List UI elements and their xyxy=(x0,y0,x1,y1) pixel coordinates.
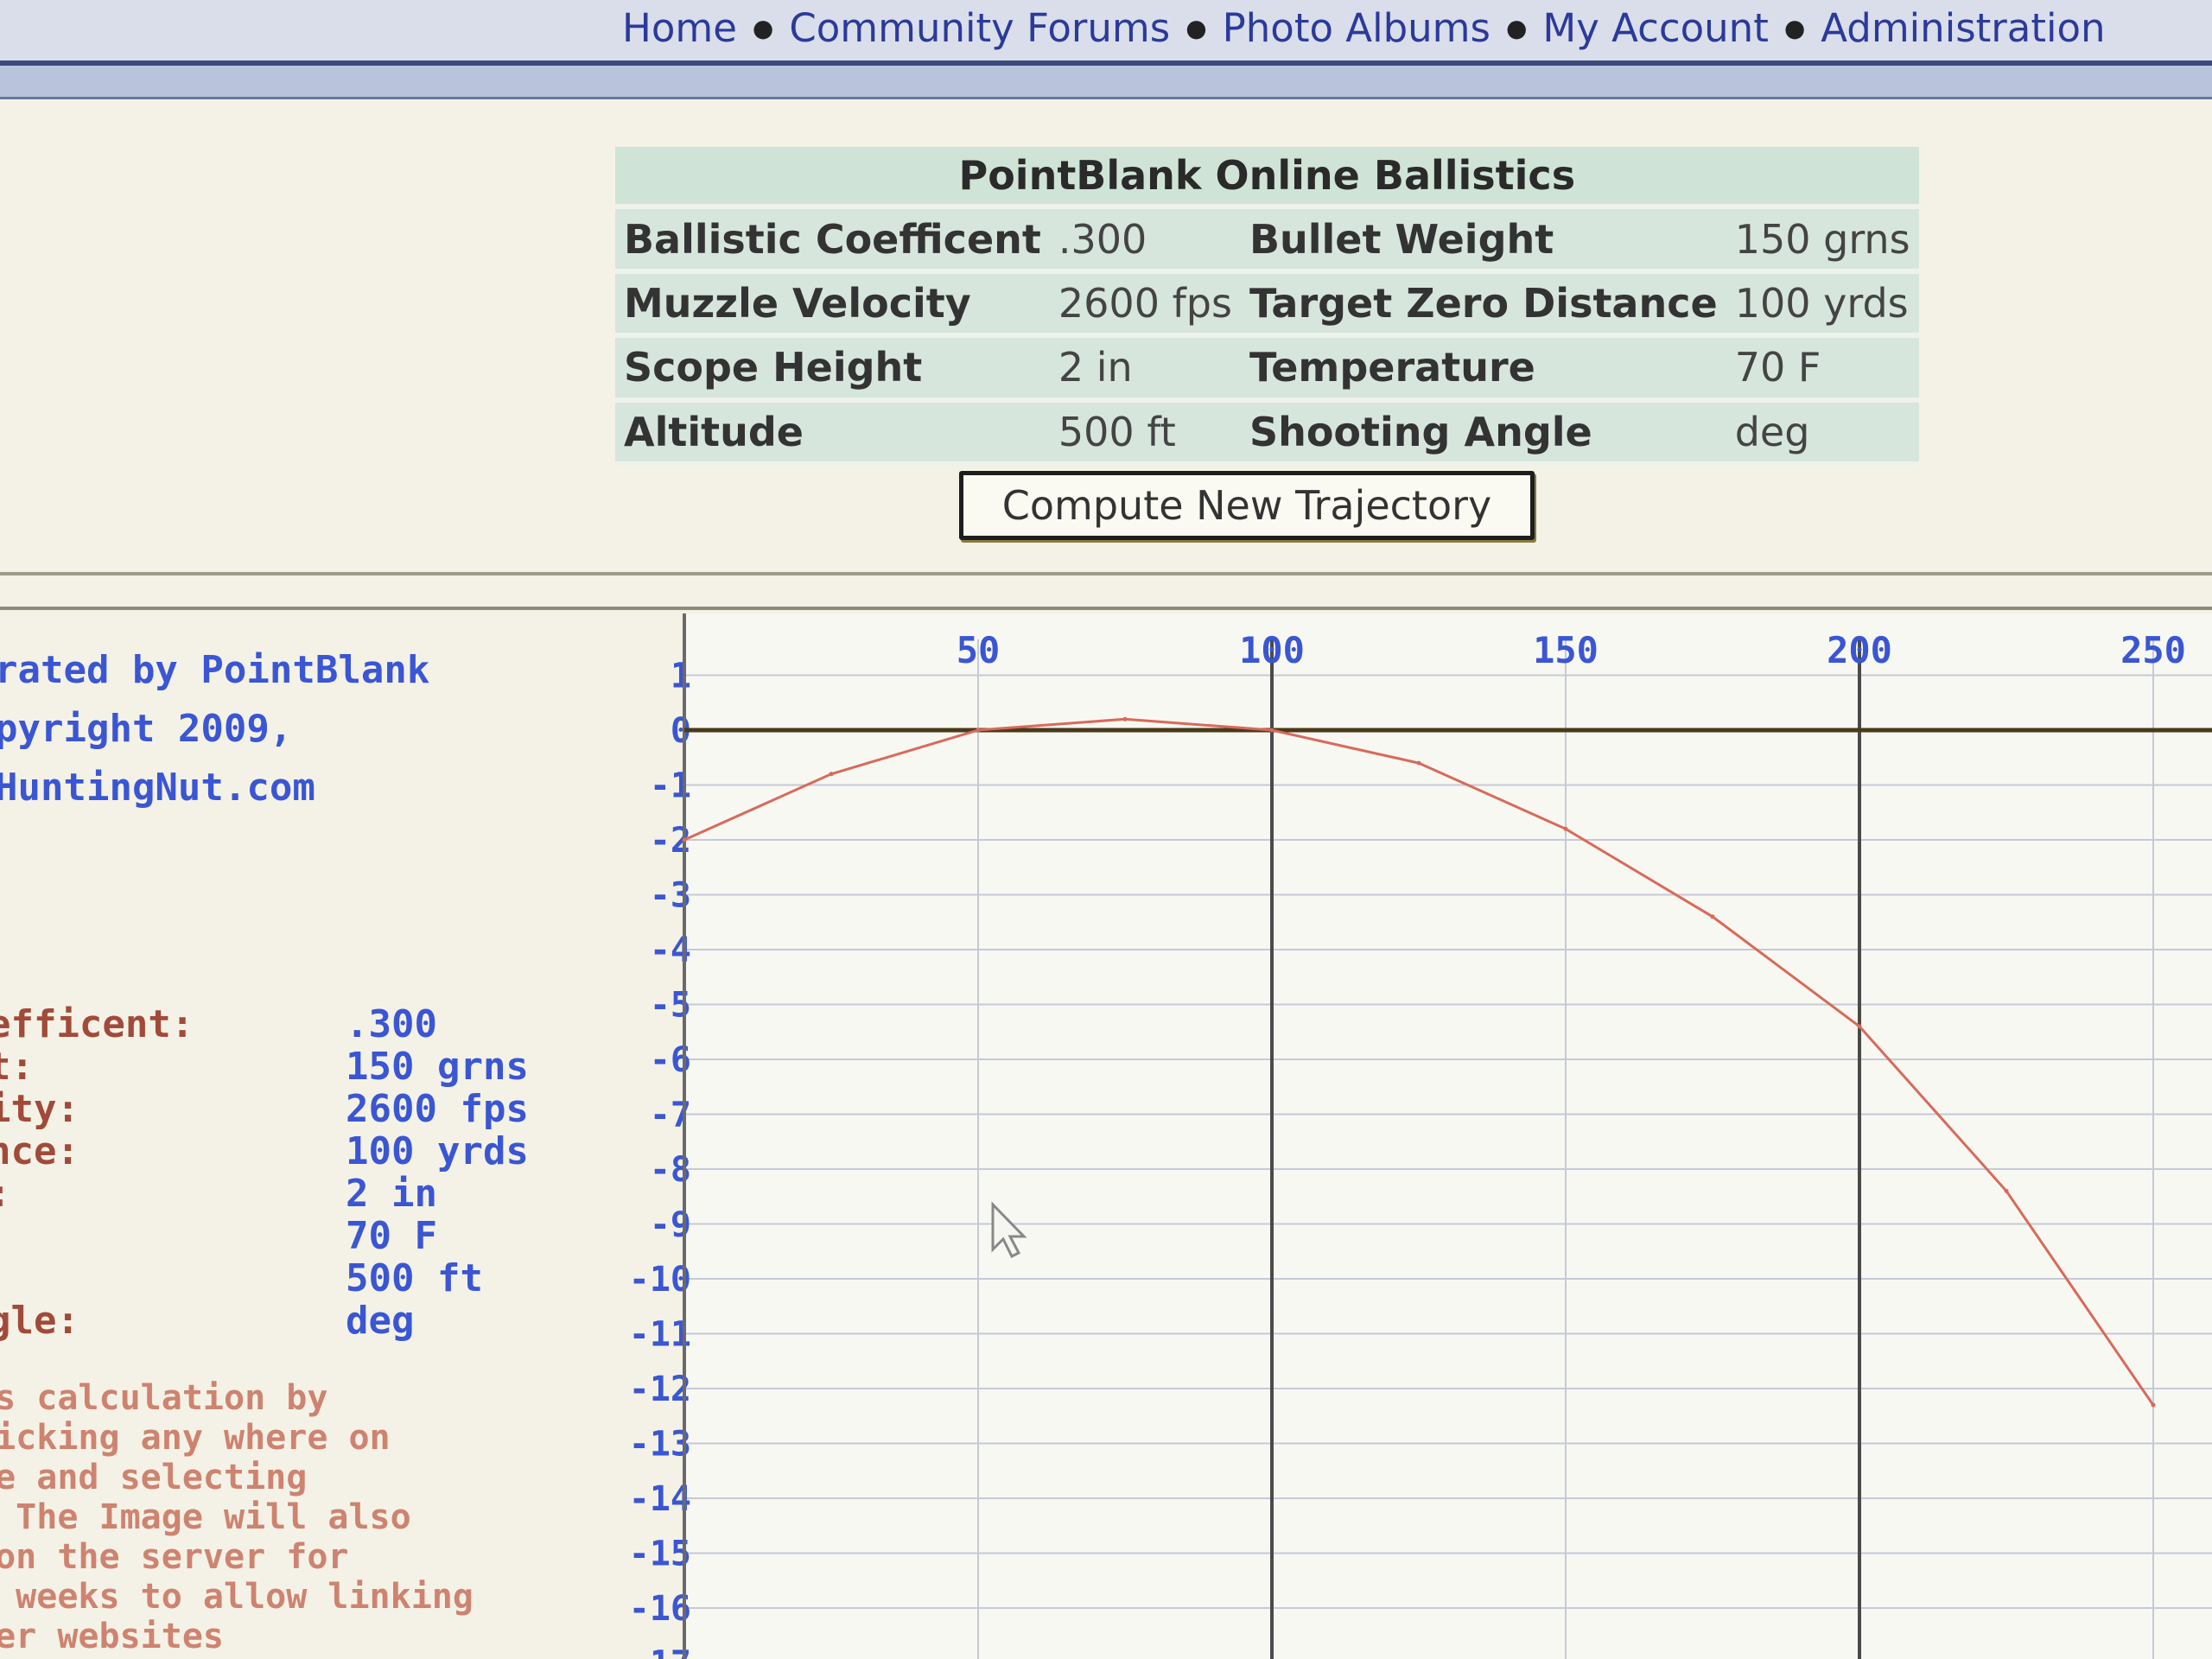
nav-separator-icon: ● xyxy=(1185,13,1207,42)
field-ballistic-coefficient[interactable]: .300 xyxy=(1049,209,1241,274)
x-tick-label: 50 xyxy=(957,629,1001,671)
label-altitude: Altitude xyxy=(615,402,1050,467)
top-navigation: Home ● Community Forums ● Photo Albums ● My Ac… xyxy=(0,0,2212,66)
nav-separator-icon: ● xyxy=(1783,13,1806,42)
field-altitude[interactable]: 500 ft xyxy=(1049,402,1241,467)
form-row: Ballistic Coefficent .300 Bullet Weight … xyxy=(615,209,1919,274)
x-tick-label: 150 xyxy=(1533,629,1599,671)
y-tick-label: -11 xyxy=(629,1315,691,1355)
nav-link-my-account[interactable]: My Account xyxy=(1542,5,1768,51)
plot-area xyxy=(684,613,2212,1659)
label-shooting-angle: Shooting Angle xyxy=(1240,402,1726,467)
y-tick-label: 1 xyxy=(671,657,691,696)
field-target-zero-distance[interactable]: 100 yrds xyxy=(1726,273,1919,339)
label-temperature: Temperature xyxy=(1240,338,1726,403)
field-bullet-weight[interactable]: 150 grns xyxy=(1726,209,1919,274)
label-target-zero-distance: Target Zero Distance xyxy=(1240,273,1726,339)
y-tick-label: -10 xyxy=(629,1260,691,1300)
y-tick-label: -12 xyxy=(629,1370,691,1409)
trajectory-chart[interactable]: 10-1-2-3-4-5-6-7-8-9-10-11-12-13-14-15-1… xyxy=(0,605,2212,1659)
sub-bar xyxy=(0,66,2212,99)
x-tick-label: 100 xyxy=(1239,629,1305,671)
y-tick-label: -13 xyxy=(629,1425,691,1465)
form-row: Muzzle Velocity 2600 fps Target Zero Dis… xyxy=(615,273,1919,339)
trajectory-point xyxy=(976,728,981,733)
field-scope-height[interactable]: 2 in xyxy=(1049,338,1241,403)
label-scope-height: Scope Height xyxy=(615,338,1050,403)
form-row: Scope Height 2 in Temperature 70 F xyxy=(615,338,1919,403)
trajectory-point xyxy=(1416,760,1421,766)
divider xyxy=(0,572,2212,575)
y-tick-label: -14 xyxy=(629,1479,691,1519)
form-row: Altitude 500 ft Shooting Angle deg xyxy=(615,402,1919,467)
nav-link-home[interactable]: Home xyxy=(622,5,737,51)
y-tick-label: -17 xyxy=(629,1644,691,1659)
field-muzzle-velocity[interactable]: 2600 fps xyxy=(1049,273,1241,339)
y-tick-label: -15 xyxy=(629,1535,691,1574)
trajectory-point xyxy=(1857,1024,1862,1029)
mouse-cursor-icon xyxy=(991,1201,1027,1259)
form-title: PointBlank Online Ballistics xyxy=(615,147,1919,210)
x-tick-label: 200 xyxy=(1827,629,1892,671)
label-ballistic-coefficient: Ballistic Coefficent xyxy=(615,209,1050,274)
field-shooting-angle[interactable]: deg xyxy=(1726,402,1919,467)
label-muzzle-velocity: Muzzle Velocity xyxy=(615,273,1050,339)
trajectory-point xyxy=(829,772,834,777)
y-tick-label: -16 xyxy=(629,1589,691,1629)
x-tick-label: 250 xyxy=(2120,629,2186,671)
trajectory-point xyxy=(1269,728,1274,733)
label-bullet-weight: Bullet Weight xyxy=(1240,209,1726,274)
nav-separator-icon: ● xyxy=(752,13,774,42)
compute-trajectory-button[interactable]: Compute New Trajectory xyxy=(959,471,1535,540)
nav-link-administration[interactable]: Administration xyxy=(1821,5,2105,51)
nav-link-community-forums[interactable]: Community Forums xyxy=(789,5,1170,51)
ballistics-form: PointBlank Online Ballistics Ballistic C… xyxy=(615,147,1919,467)
trajectory-point xyxy=(1122,716,1128,721)
nav-links: Home ● Community Forums ● Photo Albums ● My Ac… xyxy=(622,2,2106,54)
trajectory-point xyxy=(1710,914,1715,919)
trajectory-point xyxy=(2151,1402,2156,1408)
nav-link-photo-albums[interactable]: Photo Albums xyxy=(1223,5,1491,51)
field-temperature[interactable]: 70 F xyxy=(1726,338,1919,403)
nav-separator-icon: ● xyxy=(1505,13,1528,42)
trajectory-point xyxy=(1563,826,1568,831)
trajectory-point xyxy=(682,837,687,842)
trajectory-point xyxy=(2004,1188,2009,1193)
